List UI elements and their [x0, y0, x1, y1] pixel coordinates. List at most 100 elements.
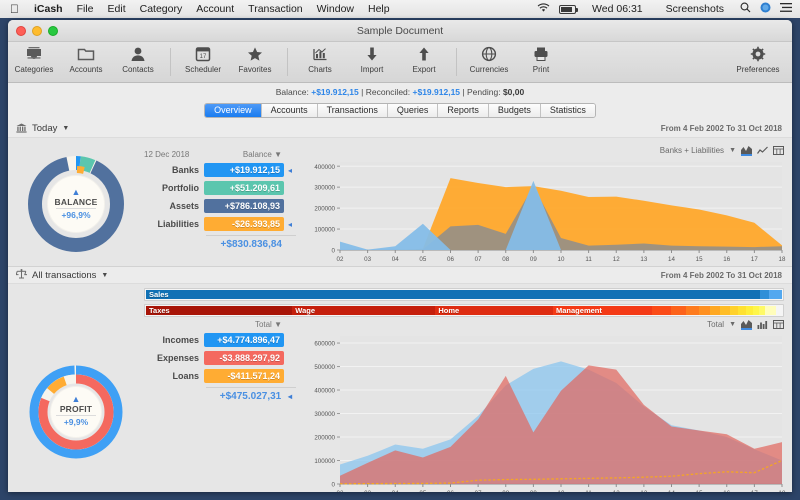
table-row[interactable]: Expenses -$3.888.297,92: [144, 351, 296, 365]
toolbar-button-categories[interactable]: Categories: [8, 44, 60, 74]
toolbar-button-preferences[interactable]: Preferences: [732, 44, 784, 74]
toolbar-label-scheduler: Scheduler: [184, 65, 222, 74]
transactions-panel-label[interactable]: All transactions: [32, 270, 96, 281]
toolbar-button-contacts[interactable]: Contacts: [112, 44, 164, 74]
table-row[interactable]: Assets +$786.108,93: [144, 199, 296, 213]
profit-area-chart-svg: 0 100000 200000 300000 400000 500000 600000 02 0…: [314, 336, 786, 492]
control-center-icon[interactable]: [780, 3, 792, 15]
maximize-button[interactable]: [48, 25, 58, 36]
x-tick-label: 17: [751, 490, 758, 492]
battery-icon[interactable]: [559, 4, 579, 14]
close-button[interactable]: [16, 25, 26, 36]
menu-item-edit[interactable]: Edit: [101, 3, 133, 15]
category-segment[interactable]: Taxes: [146, 306, 293, 315]
table-chart-icon[interactable]: [773, 319, 784, 329]
siri-icon[interactable]: [760, 2, 771, 16]
table-chart-icon[interactable]: [773, 145, 784, 155]
table-row[interactable]: Banks +$19.912,15 ◂: [144, 163, 296, 177]
row-marker-banks-icon[interactable]: ◂: [284, 166, 296, 175]
menu-item-window[interactable]: Window: [310, 3, 361, 15]
area-chart-icon[interactable]: [741, 319, 752, 330]
profit-donut-chart[interactable]: ▲ PROFIT +9,9%: [26, 362, 126, 462]
tab-overview[interactable]: Overview: [205, 103, 262, 117]
transactions-panel-caret-icon[interactable]: ▼: [101, 272, 108, 279]
menubar-screenshots[interactable]: Screenshots: [659, 3, 731, 15]
menu-item-category[interactable]: Category: [133, 3, 190, 15]
tab-transactions[interactable]: Transactions: [317, 103, 388, 117]
profit-chart-selector[interactable]: Total: [707, 320, 724, 329]
today-panel-caret-icon[interactable]: ▼: [62, 125, 69, 132]
menubar-clock[interactable]: Wed 06:31: [585, 3, 650, 15]
tab-accounts[interactable]: Accounts: [261, 103, 318, 117]
balance-chart-selector[interactable]: Banks + Liabilities: [660, 146, 724, 155]
balance-trend-up-icon: ▲: [71, 186, 81, 197]
transactions-panel-header: All transactions ▼ From 4 Feb 2002 To 31…: [8, 266, 792, 284]
wifi-icon[interactable]: [537, 3, 550, 16]
y-tick-label: 400000: [314, 388, 335, 395]
toolbar-label-accounts: Accounts: [69, 65, 103, 74]
minimize-button[interactable]: [32, 25, 42, 36]
area-chart-icon[interactable]: [741, 145, 752, 156]
tab-budgets[interactable]: Budgets: [488, 103, 541, 117]
search-icon[interactable]: [740, 2, 751, 16]
tab-statistics[interactable]: Statistics: [540, 103, 595, 117]
x-tick-label: 10: [558, 256, 565, 263]
x-tick-label: 05: [419, 256, 426, 263]
toolbar-button-scheduler[interactable]: 17 Scheduler: [177, 44, 229, 74]
line-chart-icon[interactable]: [757, 146, 768, 155]
x-tick-label: 15: [696, 256, 703, 263]
balance-area-chart-svg: 0 100000 200000 300000 400000 02 03 04 05 06 07 08 0…: [314, 162, 786, 263]
toolbar-button-import[interactable]: Import: [346, 44, 398, 74]
balance-chart-plot[interactable]: 0 100000 200000 300000 400000 02 03 04 05 06 07 08 0…: [306, 156, 786, 264]
profit-column-caret-icon: ▼: [274, 320, 282, 329]
today-panel-label[interactable]: Today: [32, 123, 57, 134]
row-label-assets: Assets: [169, 201, 199, 211]
scales-icon: [15, 266, 27, 284]
export-icon: [415, 44, 433, 64]
balance-figures-column[interactable]: Balance ▼: [243, 150, 282, 159]
profit-donut-label: PROFIT: [59, 404, 93, 414]
row-marker-liabilities-icon[interactable]: ◂: [284, 220, 296, 229]
profit-column-label: Total: [254, 320, 272, 329]
x-tick-label: 07: [475, 490, 482, 492]
menu-item-icash[interactable]: iCash: [27, 3, 70, 15]
profit-figures-header: Total ▼: [144, 320, 296, 329]
toolbar-group-data: Categories Accounts Contacts: [8, 44, 164, 74]
balance-chart-selector-caret-icon[interactable]: ▼: [729, 147, 736, 154]
toolbar-button-currencies[interactable]: Currencies: [463, 44, 515, 74]
x-tick-label: 14: [668, 256, 675, 263]
x-tick-label: 17: [751, 256, 758, 263]
apple-icon[interactable]: : [6, 3, 27, 15]
balance-donut-center: ▲ BALANCE +96,9%: [47, 175, 105, 233]
profit-figures-column[interactable]: Total ▼: [255, 320, 282, 329]
balance-donut-chart[interactable]: ▲ BALANCE +96,9%: [26, 154, 126, 254]
toolbar-button-favorites[interactable]: Favorites: [229, 44, 281, 74]
toolbar-button-print[interactable]: Print: [515, 44, 567, 74]
profit-total-divider: [206, 387, 296, 388]
tab-reports[interactable]: Reports: [438, 103, 489, 117]
toolbar-button-accounts[interactable]: Accounts: [60, 44, 112, 74]
tab-queries[interactable]: Queries: [387, 103, 439, 117]
x-tick-label: 18: [779, 256, 786, 263]
profit-chart-selector-caret-icon[interactable]: ▼: [729, 321, 736, 328]
x-tick-label: 16: [723, 490, 730, 492]
toolbar-button-charts[interactable]: Charts: [294, 44, 346, 74]
x-tick-label: 12: [613, 490, 620, 492]
bar-chart-icon[interactable]: [757, 320, 768, 329]
macos-menubar:  iCash File Edit Category Account Trans…: [0, 0, 800, 18]
menu-item-transaction[interactable]: Transaction: [241, 3, 309, 15]
table-row[interactable]: Incomes +$4.774.896,47: [144, 333, 296, 347]
status-sep-2: |: [462, 86, 465, 97]
window-titlebar: Sample Document: [8, 20, 792, 42]
profit-chart-plot[interactable]: 0 100000 200000 300000 400000 500000 600000 02 0…: [306, 330, 786, 492]
charts-icon: [311, 44, 329, 64]
menu-item-file[interactable]: File: [70, 3, 101, 15]
menu-item-account[interactable]: Account: [189, 3, 241, 15]
table-row[interactable]: Portfolio +$51.209,61: [144, 181, 296, 195]
profit-total-marker-icon[interactable]: ◂: [284, 392, 296, 401]
table-row[interactable]: Liabilities -$26.393,85 ◂: [144, 217, 296, 231]
menu-item-help[interactable]: Help: [361, 3, 397, 15]
toolbar-button-export[interactable]: Export: [398, 44, 450, 74]
table-row[interactable]: Loans -$411.571,24: [144, 369, 296, 383]
icash-window: Sample Document Categories Accounts Cont…: [8, 20, 792, 492]
